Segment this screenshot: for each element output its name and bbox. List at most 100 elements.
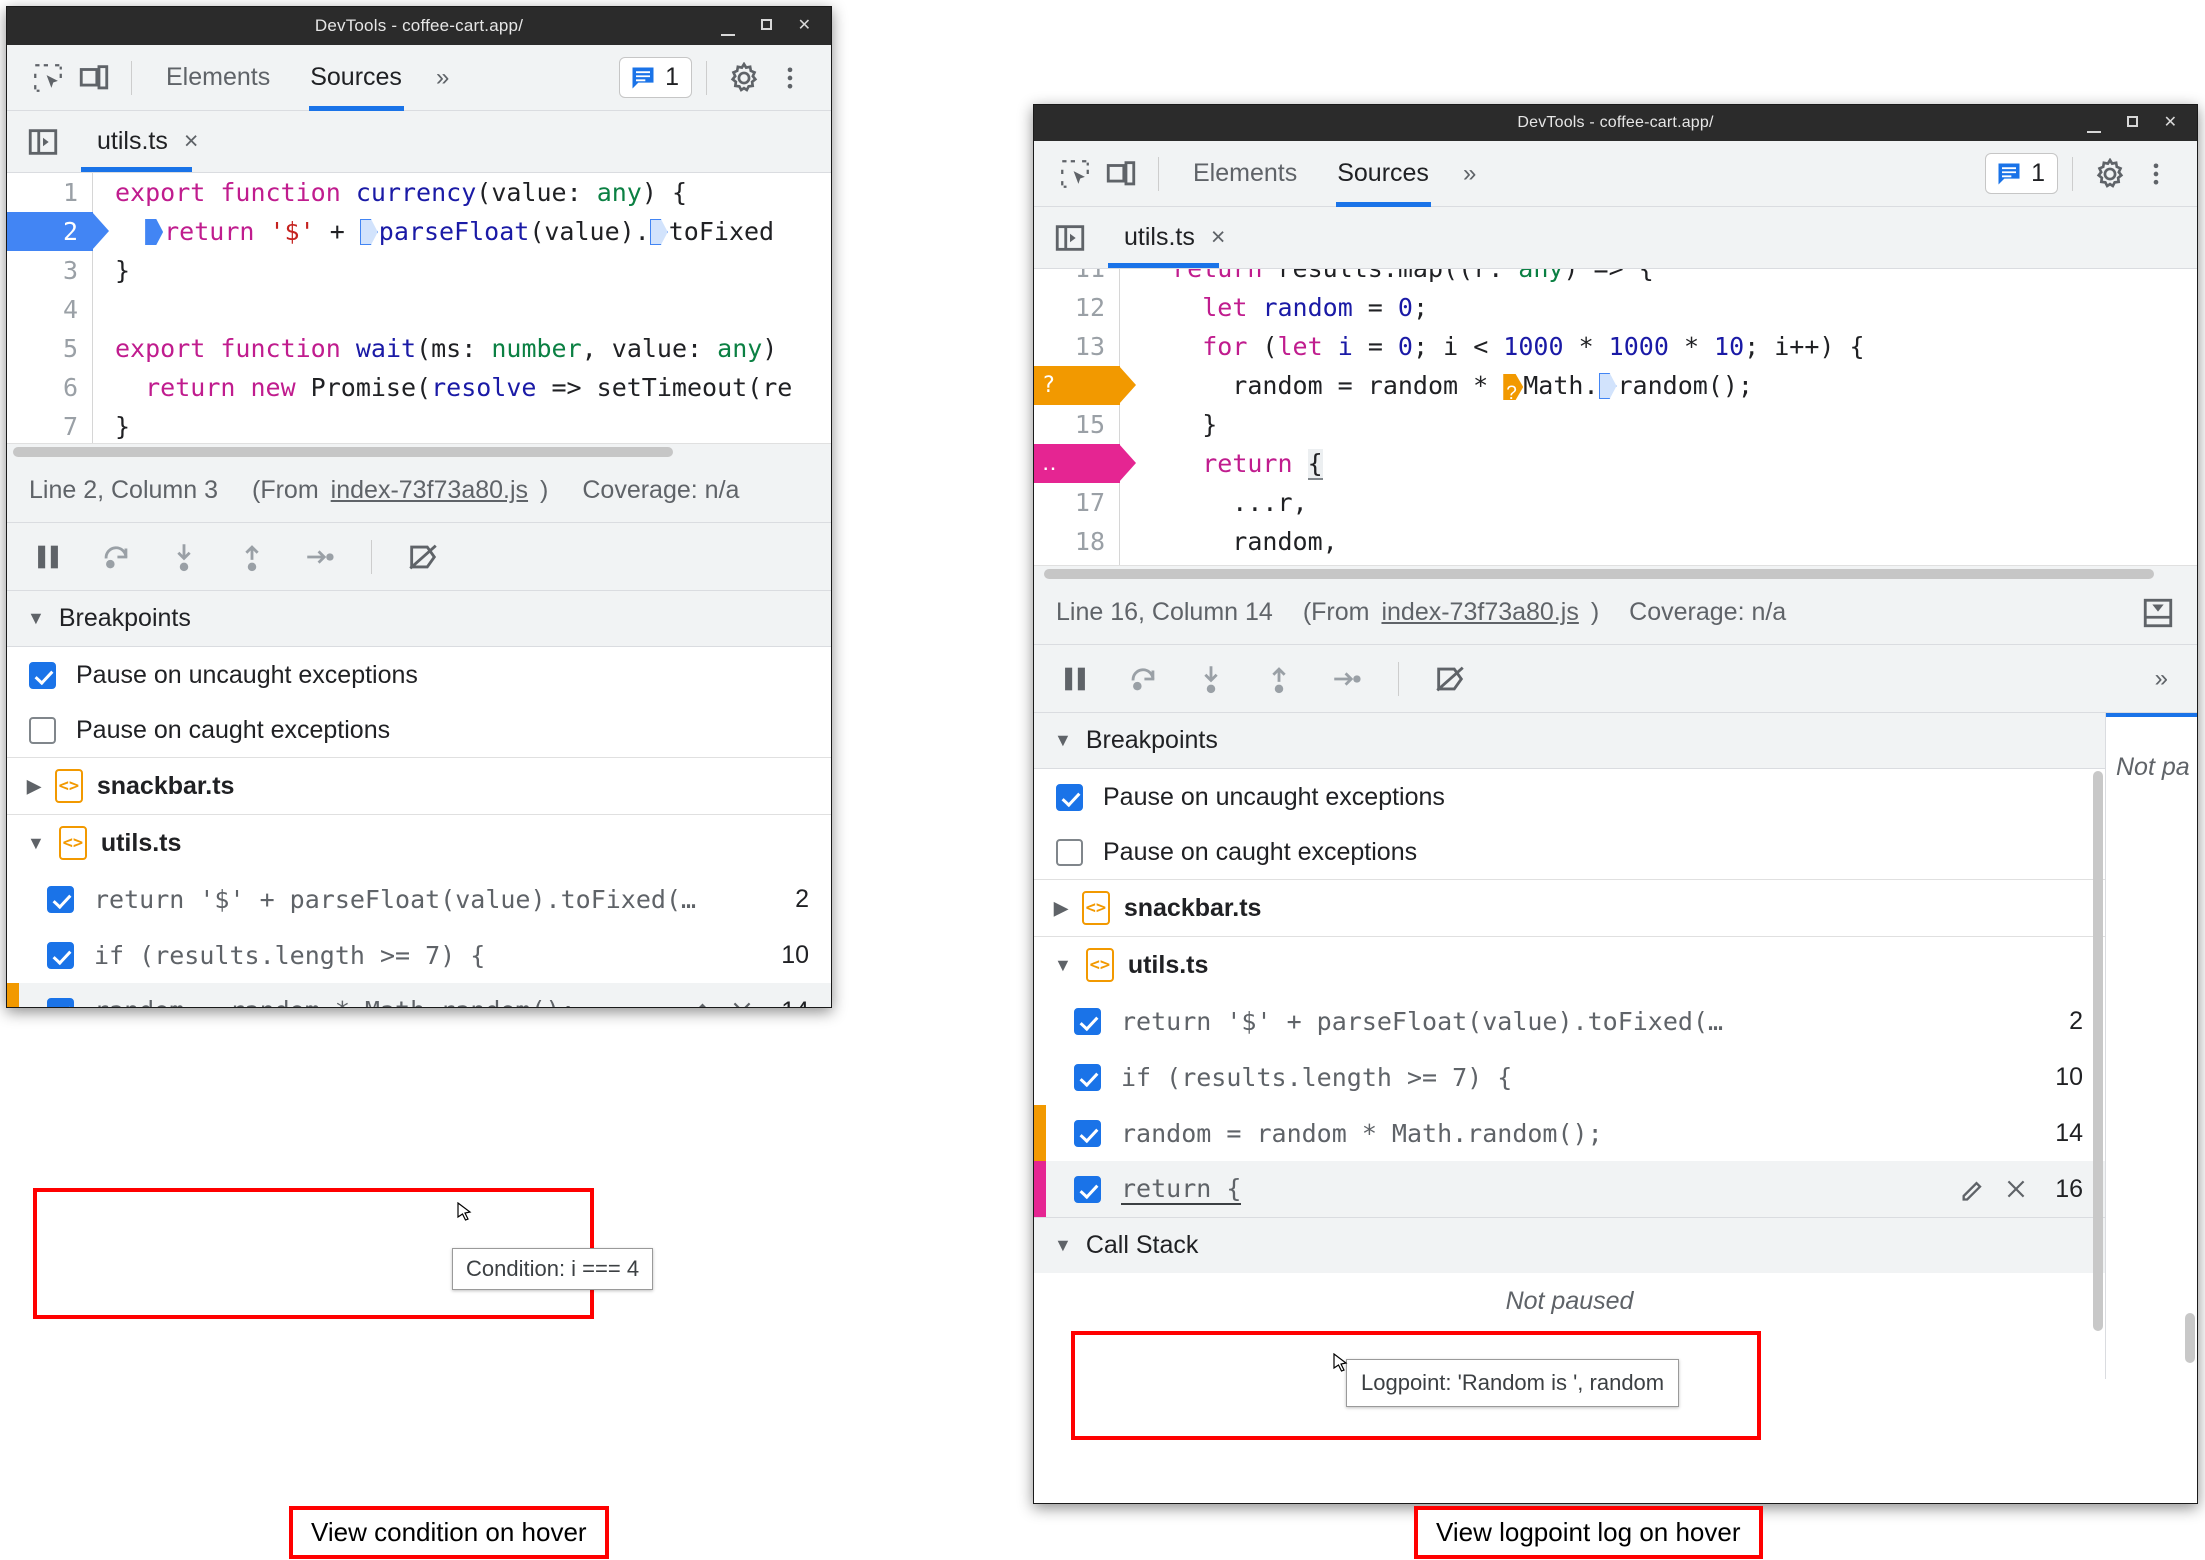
show-navigator-icon[interactable] (21, 120, 65, 164)
breakpoint-enabled-checkbox[interactable] (1074, 1007, 1101, 1035)
inspect-element-icon[interactable] (1052, 151, 1098, 197)
pause-uncaught-checkbox[interactable] (29, 661, 56, 689)
step-over-icon[interactable] (1120, 656, 1166, 702)
line-number[interactable]: 13 (1034, 327, 1120, 366)
line-number[interactable]: 15 (1034, 405, 1120, 444)
window2-titlebar[interactable]: DevTools - coffee-cart.app/ ✕ (1034, 105, 2197, 141)
step-into-icon[interactable] (161, 534, 207, 580)
more-chevrons-icon[interactable]: » (2141, 665, 2179, 693)
pause-resume-icon[interactable] (1052, 656, 1098, 702)
source-file-link[interactable]: index-73f73a80.js (331, 476, 528, 505)
close-icon[interactable]: × (1211, 223, 1226, 252)
scrollbar-thumb[interactable] (1044, 569, 2154, 579)
window2-call-stack-header[interactable]: ▼ Call Stack (1034, 1217, 2105, 1273)
breakpoint-row[interactable]: return '$' + parseFloat(value).toFixed(…… (1034, 993, 2105, 1049)
breakpoint-group-snackbar-ts[interactable]: ▶ <> snackbar.ts (7, 758, 831, 814)
breakpoint-enabled-checkbox[interactable] (1074, 1175, 1101, 1203)
window1-toolbar-right[interactable]: 1 (619, 55, 813, 101)
window2-breakpoints-header[interactable]: ▼ Breakpoints (1034, 713, 2105, 769)
more-tabs-chevron-icon[interactable]: » (1449, 160, 1487, 188)
line-number[interactable]: 11 (1034, 269, 1120, 288)
devtools-window-2[interactable]: DevTools - coffee-cart.app/ ✕ Elements S… (1033, 104, 2198, 1504)
issues-button[interactable]: 1 (1985, 153, 2058, 194)
show-navigator-icon[interactable] (1048, 216, 1092, 260)
tab-sources[interactable]: Sources (290, 45, 422, 111)
issues-button[interactable]: 1 (619, 57, 692, 98)
gear-icon[interactable] (721, 55, 767, 101)
breakpoint-enabled-checkbox[interactable] (1074, 1119, 1101, 1147)
breakpoint-row[interactable]: if (results.length >= 7) { 10 (7, 927, 831, 983)
line-number[interactable]: 5 (7, 329, 93, 368)
step-out-icon[interactable] (1256, 656, 1302, 702)
window1-titlebar[interactable]: DevTools - coffee-cart.app/ ✕ (7, 7, 831, 45)
window1-debug-toolbar[interactable] (7, 523, 831, 591)
kebab-menu-icon[interactable] (767, 55, 813, 101)
step-icon[interactable] (297, 534, 343, 580)
deactivate-breakpoints-icon[interactable] (400, 534, 446, 580)
tab-elements[interactable]: Elements (1173, 141, 1317, 206)
breakpoint-group-snackbar-ts[interactable]: ▶ <> snackbar.ts (1034, 880, 2105, 936)
file-tab-utils-ts[interactable]: utils.ts × (81, 111, 214, 172)
window1-devtools-toolbar[interactable]: Elements Sources » 1 (7, 45, 831, 111)
code-horizontal-scrollbar[interactable] (1034, 565, 2197, 581)
pause-caught-checkbox[interactable] (1056, 838, 1083, 866)
breakpoint-enabled-checkbox[interactable] (47, 885, 74, 913)
breakpoint-enabled-checkbox[interactable] (47, 941, 74, 969)
pause-resume-icon[interactable] (25, 534, 71, 580)
line-number-conditional-breakpoint[interactable]: ? 14 (1034, 366, 1185, 439)
breakpoint-group-utils-ts[interactable]: ▼ <> utils.ts (1034, 937, 2105, 993)
pause-on-uncaught-exceptions-row[interactable]: Pause on uncaught exceptions (1034, 769, 2105, 825)
window1-window-controls[interactable]: ✕ (720, 18, 831, 36)
window2-devtools-toolbar[interactable]: Elements Sources » 1 (1034, 141, 2197, 207)
breakpoint-row-actions[interactable] (685, 997, 761, 1007)
pause-on-uncaught-exceptions-row[interactable]: Pause on uncaught exceptions (7, 647, 831, 703)
close-icon[interactable]: × (184, 127, 199, 156)
breakpoint-row-conditional[interactable]: random = random * Math.random(); 14 (1034, 1105, 2105, 1161)
inline-breakpoint-icon[interactable] (360, 219, 378, 245)
line-number[interactable]: 3 (7, 251, 93, 290)
close-icon[interactable]: ✕ (2164, 115, 2177, 131)
code-horizontal-scrollbar[interactable] (7, 443, 831, 459)
breakpoint-row-logpoint[interactable]: return { 16 (1034, 1161, 2105, 1217)
remove-breakpoint-icon[interactable] (729, 998, 755, 1007)
edit-pencil-icon[interactable] (685, 997, 713, 1007)
breakpoints-vertical-scrollbar[interactable] (2093, 771, 2103, 1331)
window2-toolbar-right[interactable]: 1 (1985, 151, 2179, 197)
inline-condition-icon[interactable]: ? (1503, 374, 1523, 404)
file-tab-utils-ts[interactable]: utils.ts × (1108, 207, 1241, 268)
more-tabs-chevron-icon[interactable]: » (422, 64, 460, 92)
breakpoint-enabled-checkbox[interactable] (47, 997, 74, 1007)
window2-panel-tabs[interactable]: Elements Sources » (1173, 141, 1487, 207)
chevron-down-icon[interactable]: ▼ (27, 833, 45, 854)
chevron-right-icon[interactable]: ▶ (1054, 898, 1068, 919)
line-number[interactable]: 6 (7, 368, 93, 407)
chevron-down-icon[interactable]: ▼ (1054, 730, 1072, 751)
window2-window-controls[interactable]: ✕ (2086, 115, 2197, 133)
window2-debug-toolbar[interactable]: » (1034, 645, 2197, 713)
line-number-logpoint[interactable]: ‥ 16 (1034, 444, 1185, 517)
pause-caught-checkbox[interactable] (29, 716, 56, 744)
pause-on-caught-exceptions-row[interactable]: Pause on caught exceptions (1034, 825, 2105, 879)
inline-breakpoint-icon[interactable] (1599, 373, 1617, 399)
devtools-window-1[interactable]: DevTools - coffee-cart.app/ ✕ Elements S… (6, 6, 832, 1008)
line-number[interactable]: 17 (1034, 483, 1120, 522)
inspect-element-icon[interactable] (25, 55, 71, 101)
chevron-right-icon[interactable]: ▶ (27, 776, 41, 797)
pause-on-caught-exceptions-row[interactable]: Pause on caught exceptions (7, 703, 831, 757)
line-number-execution[interactable]: 2 (7, 212, 109, 251)
kebab-menu-icon[interactable] (2133, 151, 2179, 197)
line-number[interactable]: 1 (7, 173, 93, 212)
window1-code-editor[interactable]: 1 export function currency(value: any) {… (7, 173, 831, 443)
breakpoint-enabled-checkbox[interactable] (1074, 1063, 1101, 1091)
gear-icon[interactable] (2087, 151, 2133, 197)
remove-breakpoint-icon[interactable] (2003, 1176, 2029, 1202)
pause-uncaught-checkbox[interactable] (1056, 783, 1083, 811)
device-toolbar-icon[interactable] (1098, 151, 1144, 197)
window1-file-tab-strip[interactable]: utils.ts × (7, 111, 831, 173)
close-icon[interactable]: ✕ (798, 18, 811, 34)
line-number[interactable]: 18 (1034, 522, 1120, 561)
side-pane-vertical-scrollbar[interactable] (2185, 1313, 2195, 1363)
line-number[interactable]: 12 (1034, 288, 1120, 327)
edit-pencil-icon[interactable] (1959, 1175, 1987, 1203)
line-number[interactable]: 4 (7, 290, 93, 329)
